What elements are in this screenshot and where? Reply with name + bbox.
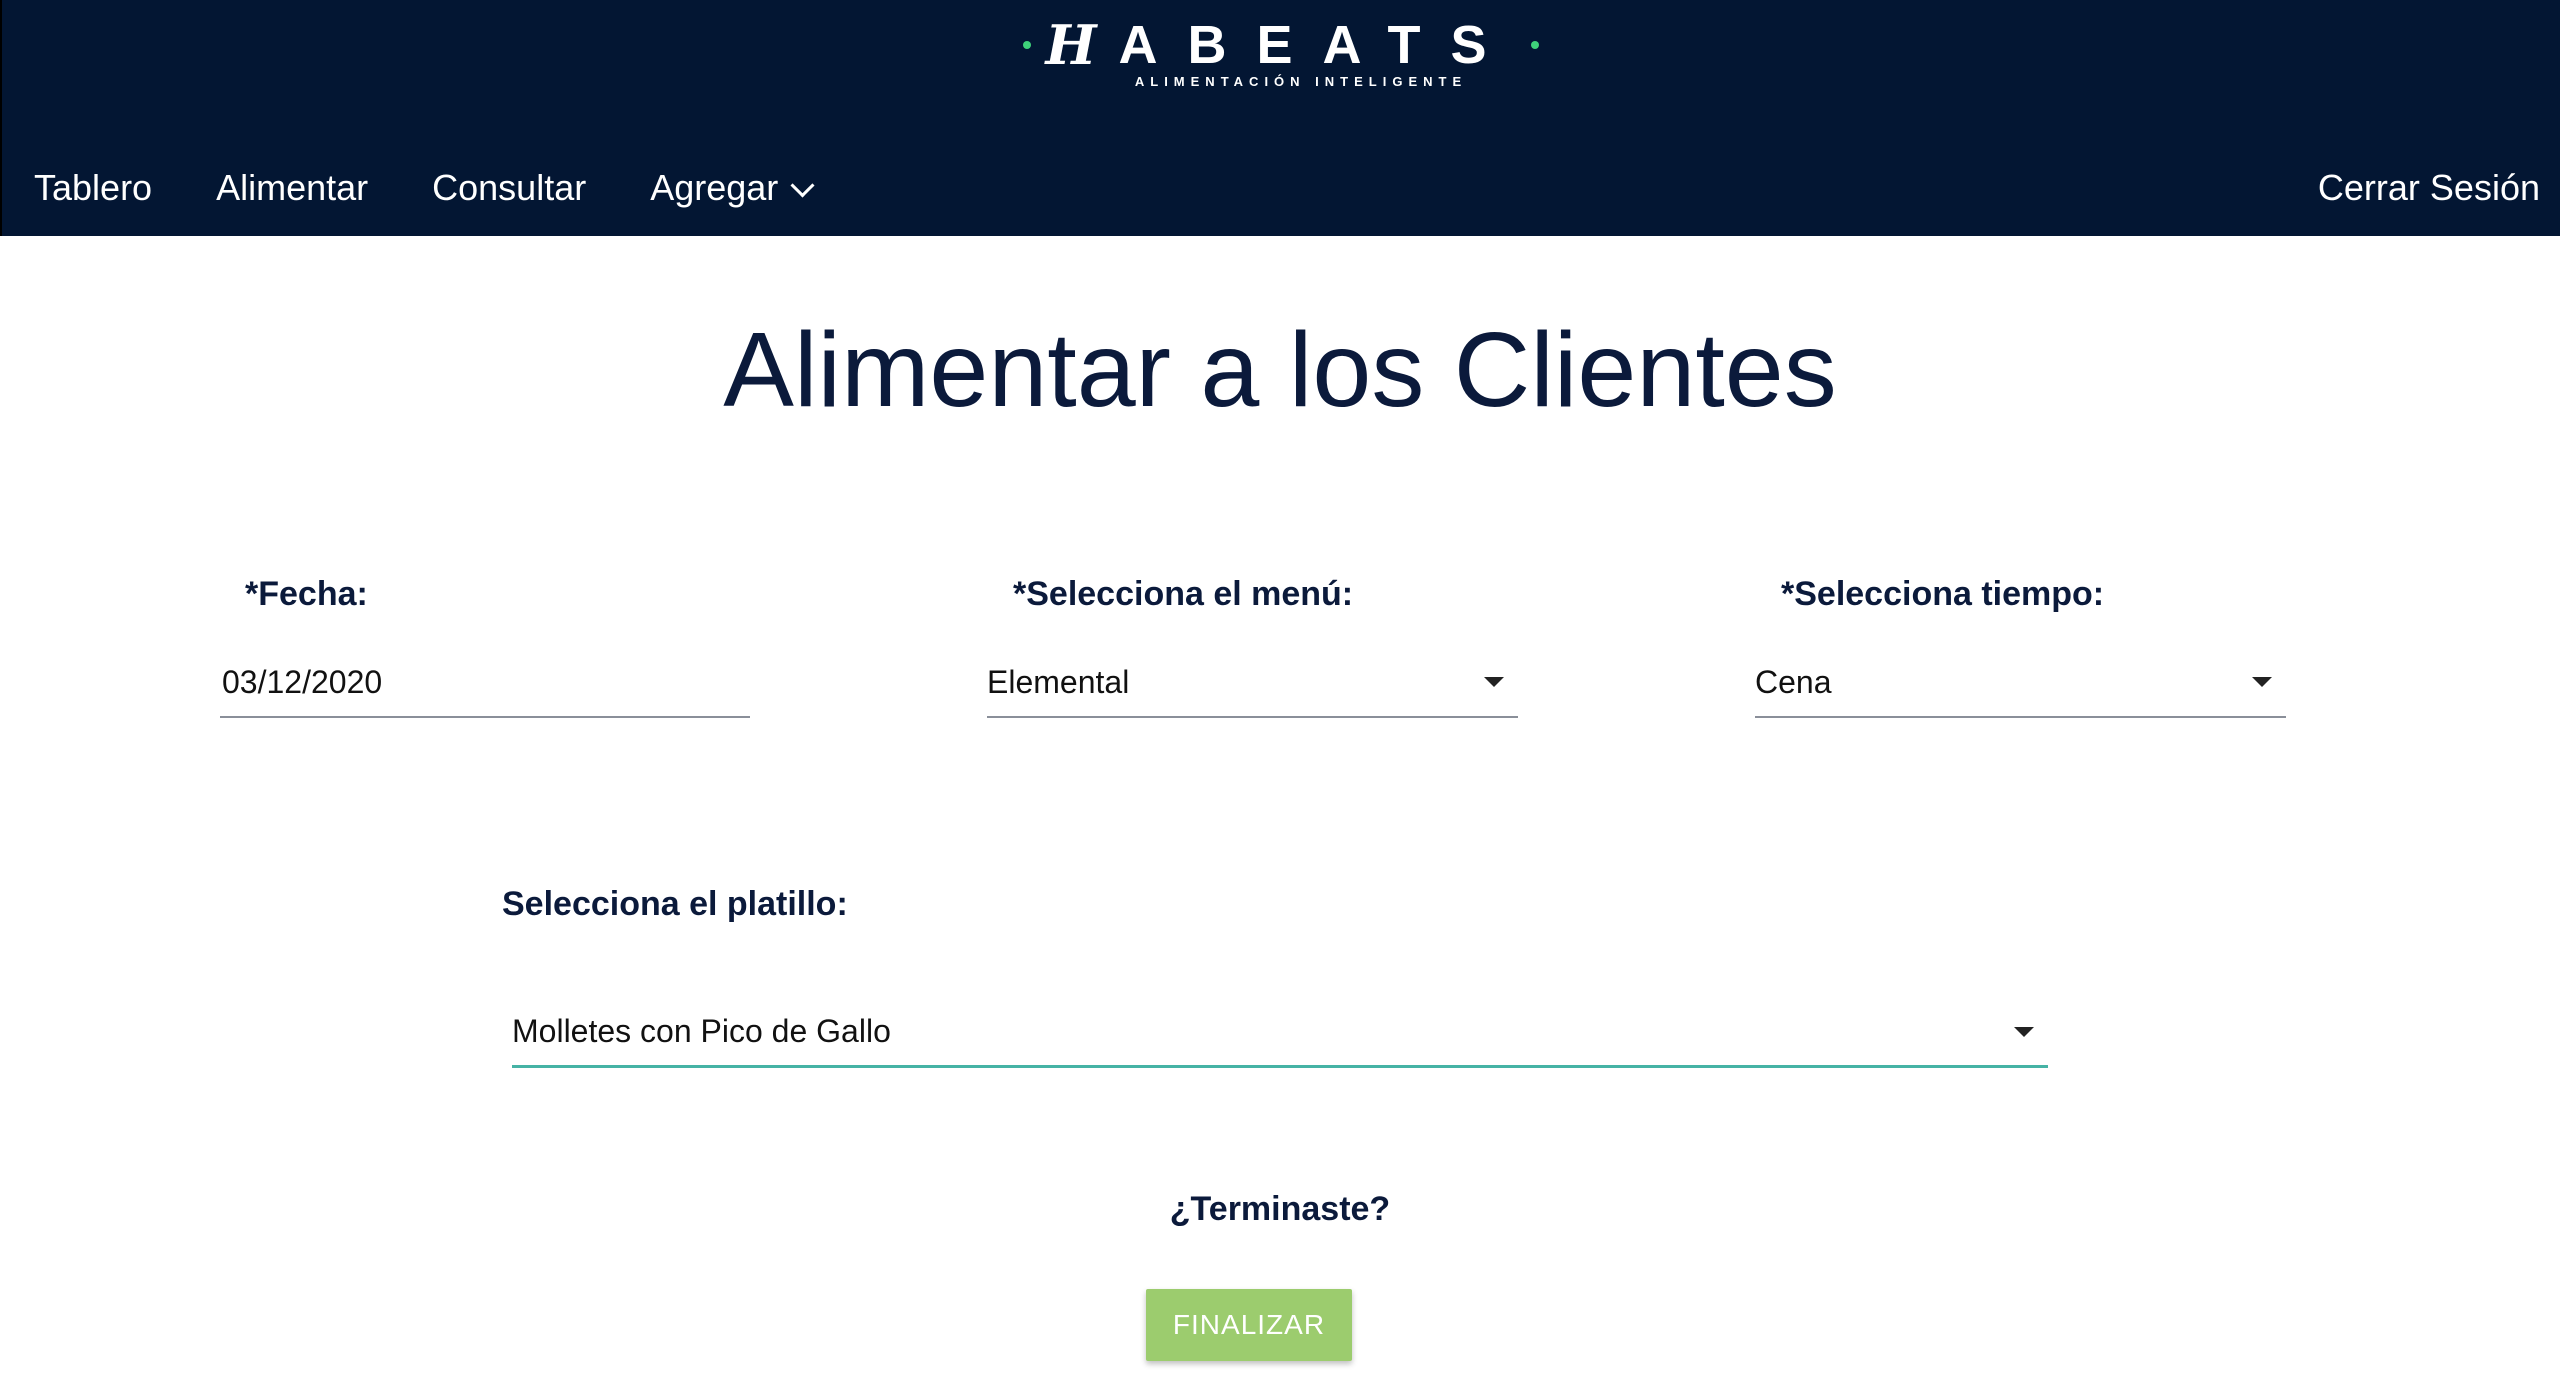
page-title: Alimentar a los Clientes (723, 311, 1837, 429)
platillo-select[interactable]: Molletes con Pico de Gallo (512, 998, 2048, 1068)
tiempo-label: *Selecciona tiempo: (1781, 575, 2105, 613)
tiempo-select[interactable]: Cena (1755, 648, 2286, 718)
caret-down-icon (2014, 1026, 2034, 1037)
fecha-value: 03/12/2020 (222, 663, 383, 700)
menu-value: Elemental (987, 663, 1130, 700)
logo-tagline: ALIMENTACIÓN INTELIGENTE (1134, 74, 1468, 89)
logout-link[interactable]: Cerrar Sesión (2318, 164, 2540, 212)
fecha-input[interactable]: 03/12/2020 (220, 648, 750, 718)
tiempo-value: Cena (1755, 663, 1832, 700)
main-nav: Tablero Alimentar Consultar Agregar (34, 164, 815, 212)
platillo-value: Molletes con Pico de Gallo (512, 1013, 891, 1049)
caret-down-icon (1484, 677, 1504, 687)
nav-agregar-label: Agregar (650, 167, 779, 208)
finalizar-button[interactable]: FINALIZAR (1146, 1289, 1352, 1361)
brand-logo[interactable]: H ABEATS ALIMENTACIÓN INTELIGENTE (2, 18, 2560, 89)
top-navbar: H ABEATS ALIMENTACIÓN INTELIGENTE Tabler… (0, 0, 2560, 236)
nav-agregar-dropdown[interactable]: Agregar (650, 164, 815, 212)
logo-dot-right (1530, 41, 1539, 49)
menu-select[interactable]: Elemental (987, 648, 1518, 718)
caret-down-icon (2252, 677, 2272, 687)
nav-alimentar[interactable]: Alimentar (216, 164, 368, 212)
logo-dot-left (1023, 41, 1032, 49)
nav-tablero[interactable]: Tablero (34, 164, 152, 212)
menu-label: *Selecciona el menú: (1013, 575, 1354, 613)
finish-question: ¿Terminaste? (1169, 1190, 1391, 1228)
fecha-label: *Fecha: (245, 575, 368, 613)
logo-wordmark: ABEATS (1118, 15, 1517, 75)
nav-consultar[interactable]: Consultar (432, 164, 586, 212)
platillo-label: Selecciona el platillo: (502, 885, 848, 923)
logo-h-icon: H (1045, 13, 1097, 77)
chevron-down-icon (790, 172, 815, 198)
